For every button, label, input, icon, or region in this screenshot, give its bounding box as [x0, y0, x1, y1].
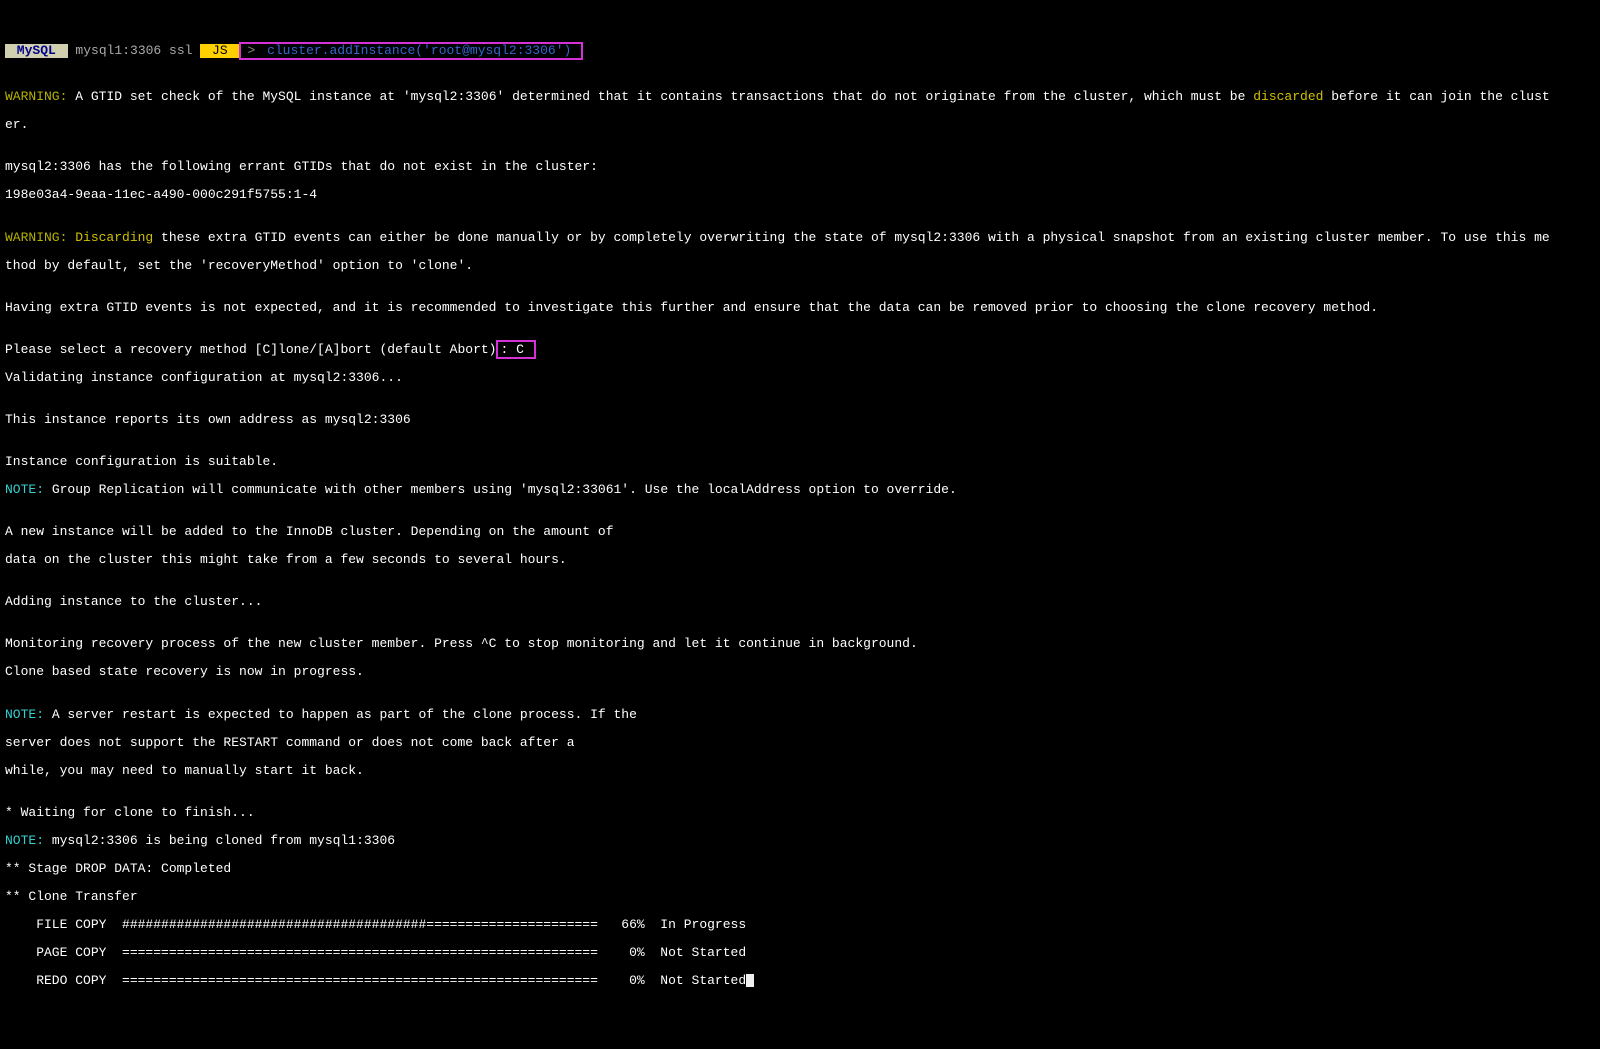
discarding-word: Discarding [67, 230, 153, 245]
discarded-word: discarded [1253, 89, 1323, 104]
note-label: NOTE: [5, 833, 44, 848]
output-text: before it can join the clust [1323, 89, 1549, 104]
output-line: Instance configuration is suitable. [5, 455, 1595, 469]
shell-prompt[interactable]: MySQL mysql1:3306 ssl JS > cluster.addIn… [5, 42, 1595, 60]
output-line: mysql2:3306 has the following errant GTI… [5, 160, 1595, 174]
note-label: NOTE: [5, 707, 44, 722]
output-text: Group Replication will communicate with … [44, 482, 957, 497]
warning-label: WARNING: [5, 230, 67, 245]
output-text: mysql2:3306 is being cloned from mysql1:… [44, 833, 395, 848]
output-line: NOTE: A server restart is expected to ha… [5, 708, 1595, 722]
output-line: NOTE: mysql2:3306 is being cloned from m… [5, 834, 1595, 848]
prompt-arrow: > [243, 43, 259, 58]
output-line: er. [5, 118, 1595, 132]
output-line: server does not support the RESTART comm… [5, 736, 1595, 750]
output-line: Monitoring recovery process of the new c… [5, 637, 1595, 651]
command-text: cluster.addInstance('root@mysql2:3306') [259, 43, 579, 58]
output-line: Validating instance configuration at mys… [5, 371, 1595, 385]
recovery-prompt[interactable]: Please select a recovery method [C]lone/… [5, 342, 496, 357]
output-line: WARNING: Discarding these extra GTID eve… [5, 231, 1595, 245]
output-line: NOTE: Group Replication will communicate… [5, 483, 1595, 497]
output-text: A GTID set check of the MySQL instance a… [67, 89, 1253, 104]
progress-redo-copy: REDO COPY ==============================… [5, 974, 1595, 988]
output-line: * Waiting for clone to finish... [5, 806, 1595, 820]
mysql-badge: MySQL [5, 44, 68, 58]
js-mode-badge: JS [200, 44, 239, 58]
connection-info: mysql1:3306 ssl [68, 44, 201, 58]
output-line: data on the cluster this might take from… [5, 553, 1595, 567]
note-label: NOTE: [5, 482, 44, 497]
output-line: Having extra GTID events is not expected… [5, 301, 1595, 315]
warning-label: WARNING: [5, 89, 67, 104]
output-line: A new instance will be added to the Inno… [5, 525, 1595, 539]
highlighted-command: > cluster.addInstance('root@mysql2:3306'… [239, 42, 583, 60]
output-text: REDO COPY ==============================… [5, 973, 746, 988]
output-line: This instance reports its own address as… [5, 413, 1595, 427]
output-line: ** Clone Transfer [5, 890, 1595, 904]
output-text: these extra GTID events can either be do… [153, 230, 1549, 245]
output-line: Adding instance to the cluster... [5, 595, 1595, 609]
output-line: ** Stage DROP DATA: Completed [5, 862, 1595, 876]
progress-file-copy: FILE COPY ##############################… [5, 918, 1595, 932]
progress-page-copy: PAGE COPY ==============================… [5, 946, 1595, 960]
highlighted-input: : C [496, 340, 535, 359]
output-line: thod by default, set the 'recoveryMethod… [5, 259, 1595, 273]
output-line: while, you may need to manually start it… [5, 764, 1595, 778]
output-line: 198e03a4-9eaa-11ec-a490-000c291f5755:1-4 [5, 188, 1595, 202]
output-text: A server restart is expected to happen a… [44, 707, 637, 722]
output-line: Please select a recovery method [C]lone/… [5, 343, 1595, 357]
terminal-cursor [746, 974, 754, 987]
output-line: WARNING: A GTID set check of the MySQL i… [5, 90, 1595, 104]
output-line: Clone based state recovery is now in pro… [5, 665, 1595, 679]
